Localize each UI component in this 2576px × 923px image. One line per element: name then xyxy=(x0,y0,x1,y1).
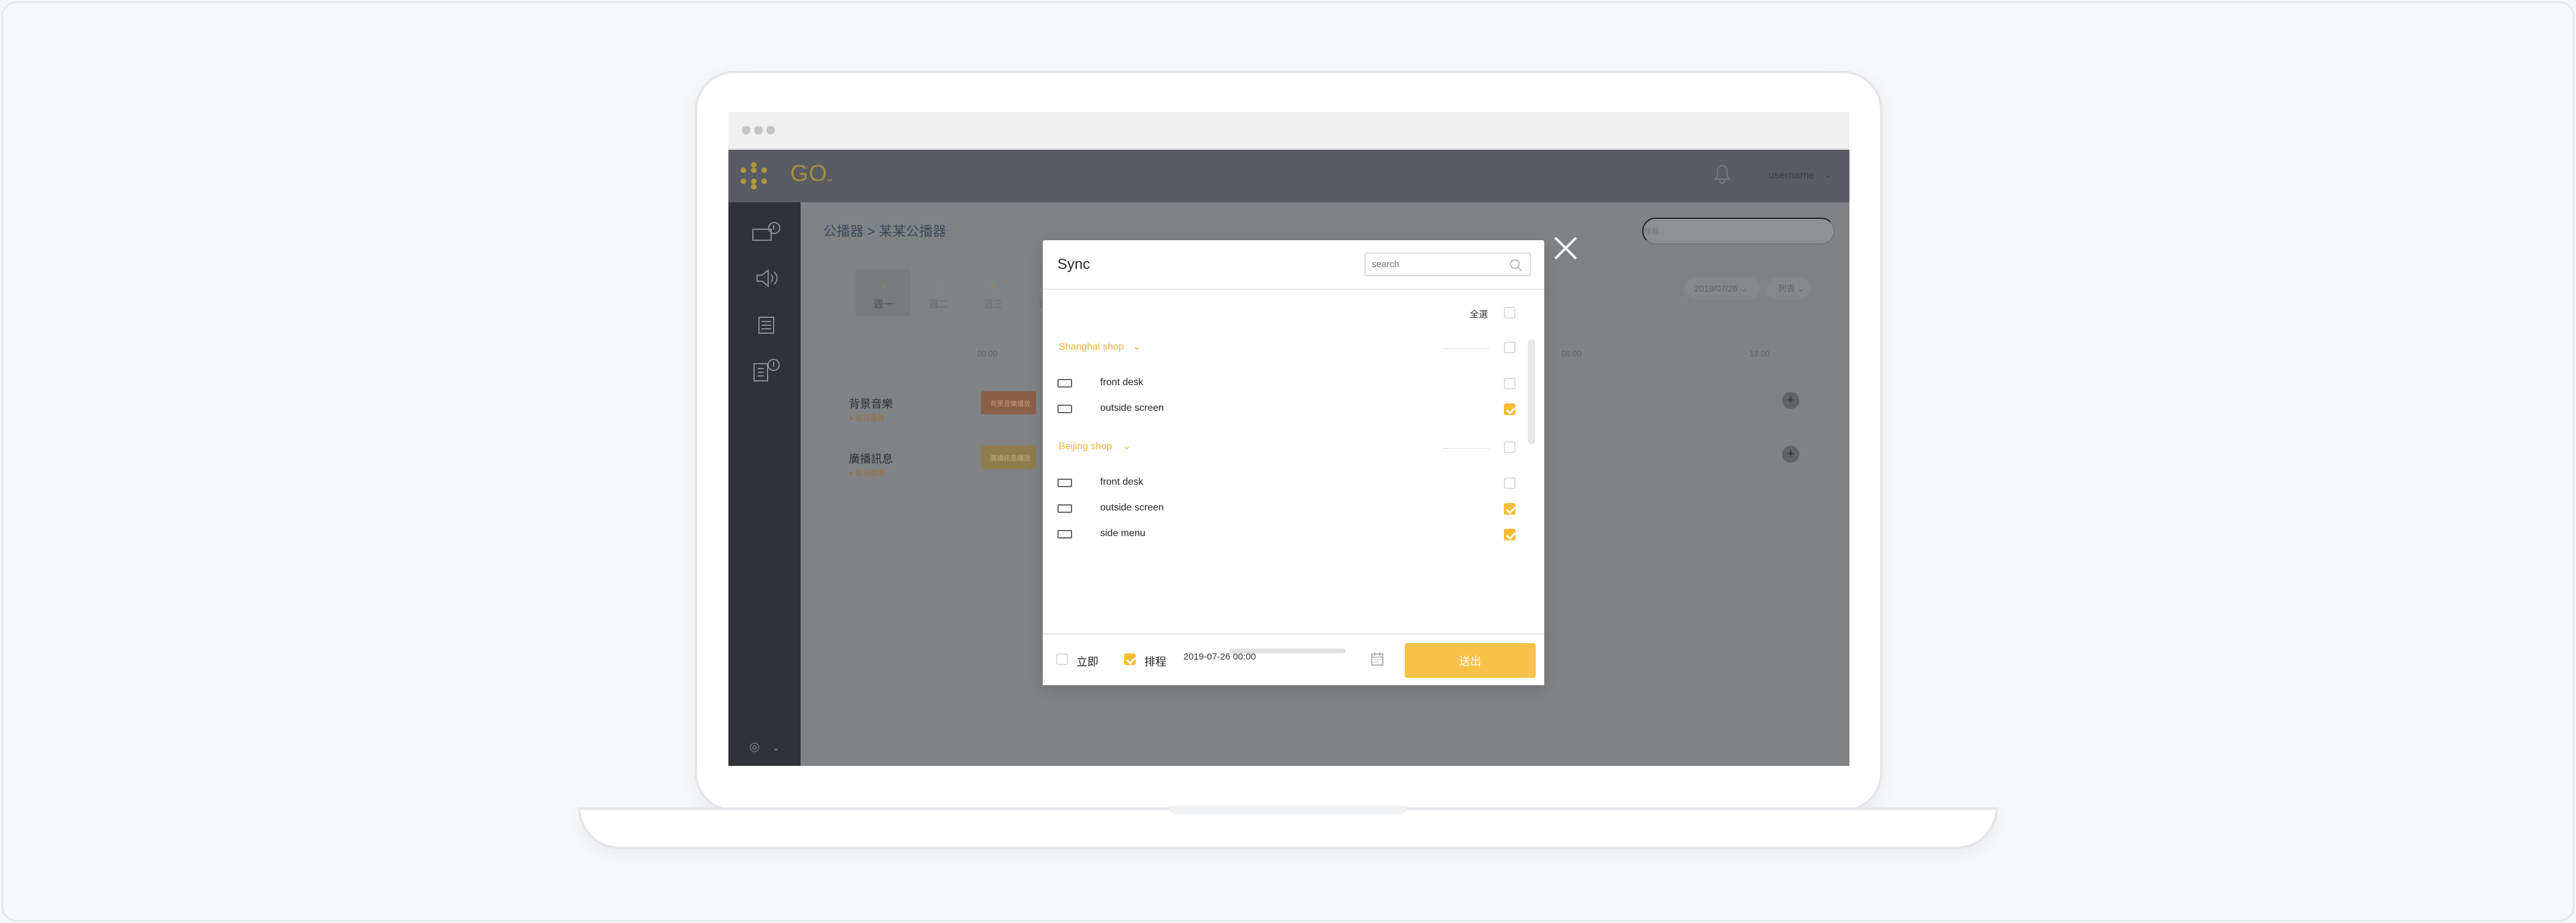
add-icon[interactable]: + xyxy=(1782,446,1799,463)
window-dot-icon xyxy=(754,126,763,134)
group-title-shanghai[interactable]: Shanghai shop xyxy=(1059,342,1124,353)
select-all-label: 全選 xyxy=(1470,309,1489,320)
window-dot-icon xyxy=(766,126,775,134)
device-row[interactable]: outside screen xyxy=(1057,399,1516,420)
tab-wednesday[interactable]: ♪ 週三 xyxy=(966,270,1021,316)
close-icon[interactable] xyxy=(1552,235,1579,262)
screen-icon xyxy=(1057,530,1072,539)
browser-title-bar xyxy=(728,112,1849,150)
modal-search-box[interactable] xyxy=(1364,252,1531,276)
calendar-icon[interactable] xyxy=(1371,652,1384,666)
sync-modal: Sync 全選 Shanghai shop ⌄ front desk outsi… xyxy=(1043,240,1544,685)
music-note-icon: ♪ xyxy=(991,281,996,291)
window-dot-icon xyxy=(742,126,750,134)
schedule-bar[interactable]: 廣播訊息播放 xyxy=(981,446,1036,469)
group-divider xyxy=(1443,448,1489,449)
schedule-bar[interactable]: 背景音樂播放 xyxy=(981,391,1036,414)
music-note-icon: ♪ xyxy=(936,281,941,291)
chevron-down-icon: ⌄ xyxy=(772,743,780,753)
username[interactable]: username xyxy=(1768,169,1815,182)
modal-search-input[interactable] xyxy=(1372,259,1494,270)
submit-sync-button[interactable]: 送出 xyxy=(1405,643,1536,678)
document-music-icon[interactable] xyxy=(750,358,782,384)
row-subtitle: ● 每日重播 xyxy=(849,414,885,422)
time-label: 06:00 xyxy=(1561,349,1582,358)
scrollbar[interactable] xyxy=(1528,339,1535,444)
screen-icon xyxy=(1057,479,1072,487)
time-label: 18:00 xyxy=(1750,349,1770,358)
date-select[interactable]: 2019/07/26 ⌄ xyxy=(1684,278,1760,300)
bell-icon[interactable] xyxy=(1713,163,1731,185)
device-checkbox[interactable] xyxy=(1504,529,1516,540)
modal-title: Sync xyxy=(1057,256,1090,273)
device-checkbox[interactable] xyxy=(1504,477,1516,489)
chevron-down-icon[interactable]: ⌄ xyxy=(1133,340,1141,353)
player-music-icon[interactable] xyxy=(750,219,782,246)
globe-icon: ◎ xyxy=(749,740,760,754)
screen-icon xyxy=(1057,379,1072,388)
chevron-down-icon[interactable]: ⌄ xyxy=(1123,440,1131,452)
user-chevron-down-icon[interactable]: ⌄ xyxy=(1824,169,1832,181)
screen-icon xyxy=(1057,405,1072,413)
group-checkbox[interactable] xyxy=(1504,342,1516,353)
tab-monday[interactable]: ♪ 週一 xyxy=(856,270,911,316)
language-selector[interactable]: ◎ ⌄ xyxy=(749,739,792,757)
sidebar: ◎ ⌄ xyxy=(728,202,801,766)
schedule-checkbox[interactable] xyxy=(1124,653,1136,665)
device-row[interactable]: front desk xyxy=(1057,373,1516,394)
view-select[interactable]: 列表 ⌄ xyxy=(1767,278,1811,300)
search-icon[interactable] xyxy=(1509,258,1523,273)
immediate-checkbox[interactable] xyxy=(1056,653,1068,665)
device-checkbox[interactable] xyxy=(1504,403,1516,415)
brand-chevron-down-icon[interactable]: ⌄ xyxy=(825,172,834,185)
schedule-label: 排程 xyxy=(1144,656,1166,668)
time-label: 00:00 xyxy=(977,349,997,358)
tab-tuesday[interactable]: ♪ 週二 xyxy=(911,270,966,316)
add-icon[interactable]: + xyxy=(1782,392,1799,409)
speaker-icon[interactable] xyxy=(750,265,782,292)
immediate-label: 立即 xyxy=(1076,656,1098,668)
page-search-input[interactable] xyxy=(1642,218,1835,245)
device-checkbox[interactable] xyxy=(1504,378,1516,389)
select-all-checkbox[interactable] xyxy=(1504,307,1516,318)
device-label: side menu xyxy=(1100,528,1146,539)
modal-footer: 立即 排程 2019-07-26 00:00 送出 xyxy=(1043,633,1544,685)
device-row[interactable]: front desk xyxy=(1057,473,1516,494)
screen-icon xyxy=(1057,504,1072,513)
schedule-date-field[interactable]: 2019-07-26 00:00 xyxy=(1183,652,1256,662)
row-subtitle: ● 每日重播 xyxy=(849,469,885,477)
row-title: 背景音樂 xyxy=(849,398,893,410)
app-logo-icon xyxy=(741,162,769,190)
row-title: 廣播訊息 xyxy=(849,453,893,465)
device-label: front desk xyxy=(1100,477,1144,487)
group-checkbox[interactable] xyxy=(1504,441,1516,453)
music-note-icon: ♪ xyxy=(881,281,886,291)
device-label: outside screen xyxy=(1100,403,1164,413)
device-row[interactable]: side menu xyxy=(1057,524,1516,545)
device-label: outside screen xyxy=(1100,502,1164,513)
breadcrumb: 公播器 > 某某公播器 xyxy=(823,224,947,239)
laptop-notch xyxy=(1168,806,1408,814)
app-header: GO ⌄ username ⌄ xyxy=(728,150,1849,202)
modal-header: Sync xyxy=(1043,240,1544,290)
group-title-beijing[interactable]: Beijing shop xyxy=(1059,441,1112,452)
group-divider xyxy=(1443,348,1489,349)
device-label: front desk xyxy=(1100,377,1144,388)
device-checkbox[interactable] xyxy=(1504,503,1516,515)
brand-name: GO xyxy=(790,161,828,186)
device-row[interactable]: outside screen xyxy=(1057,499,1516,520)
list-icon[interactable] xyxy=(750,312,782,339)
